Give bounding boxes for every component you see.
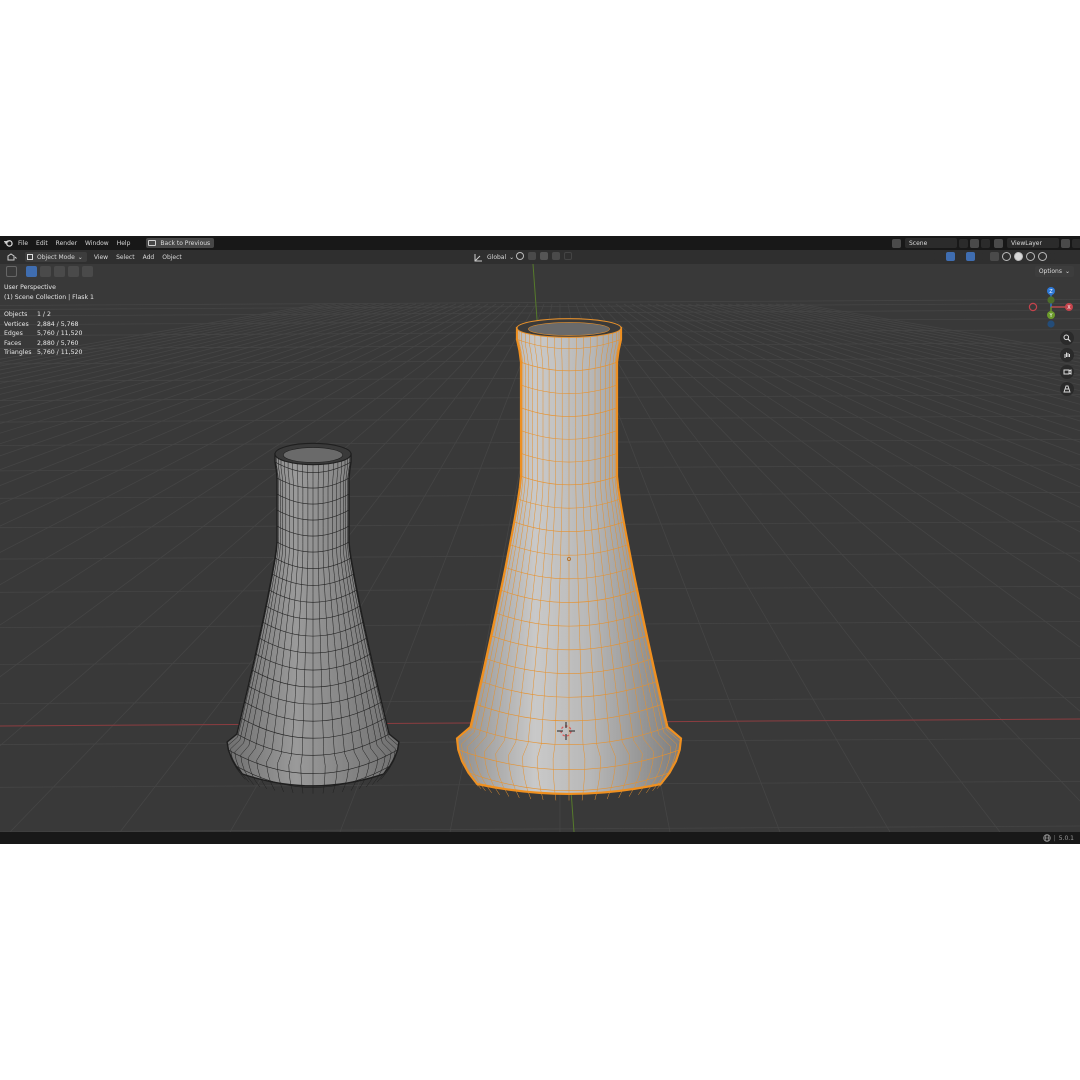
snap-icon[interactable] (528, 252, 536, 260)
blender-logo-icon[interactable] (2, 236, 14, 250)
gizmo-toggle-icon[interactable] (946, 252, 955, 261)
pan-hand-icon[interactable] (1060, 348, 1074, 362)
gizmo-z-neg-axis[interactable] (1047, 320, 1055, 328)
options-label: Options (1038, 268, 1062, 275)
stats-row: Edges 5,760 / 11,520 (4, 330, 83, 338)
view-perspective-label: User Perspective (4, 284, 56, 291)
chevron-down-icon: ⌄ (509, 253, 515, 261)
xray-toggle-icon[interactable] (990, 252, 999, 261)
top-menu-bar: File Edit Render Window Help Back to Pre… (0, 236, 1080, 250)
editor-type-icon[interactable] (3, 252, 21, 262)
select-intersect-icon[interactable] (82, 266, 93, 277)
pin-icon[interactable] (959, 238, 968, 248)
viewport-stats-overlay: User Perspective (1) Scene Collection | … (4, 283, 94, 358)
chevron-down-icon: ⌄ (77, 253, 83, 261)
proportional-editing-icon[interactable] (552, 252, 560, 260)
menu-edit[interactable]: Edit (32, 240, 52, 247)
snap-increment-icon[interactable] (540, 252, 548, 260)
overlays-dropdown-icon[interactable] (978, 252, 983, 261)
scene-name-field[interactable]: Scene (905, 238, 957, 248)
transform-orientation-dropdown[interactable]: Global ⌄ (470, 252, 518, 262)
tool-header (6, 266, 93, 277)
object-mode-label: Object Mode (37, 253, 75, 261)
delete-scene-icon[interactable] (981, 238, 990, 248)
orientation-axes-icon (474, 253, 482, 261)
view-layer-name-field[interactable]: ViewLayer (1007, 238, 1059, 248)
delete-view-layer-icon[interactable] (1072, 238, 1080, 248)
stats-row: Objects 1 / 2 (4, 311, 51, 319)
stats-row: Triangles 5,760 / 11,520 (4, 349, 83, 357)
gizmo-x-label: X (1067, 305, 1071, 311)
menu-file[interactable]: File (14, 240, 32, 247)
shading-dropdown-icon[interactable] (1050, 252, 1055, 261)
version-info: | 5.0.1 (1042, 834, 1074, 842)
scene-selector: Scene (892, 238, 990, 248)
menu-render[interactable]: Render (52, 240, 81, 247)
transform-orientation-label: Global (487, 253, 507, 261)
stats-row: Vertices 2,884 / 5,768 (4, 320, 79, 328)
wireframe-shading-icon[interactable] (1002, 252, 1011, 261)
status-bar: | 5.0.1 (0, 832, 1080, 844)
menu-help[interactable]: Help (113, 240, 135, 247)
select-extend-icon[interactable] (40, 266, 51, 277)
proportional-falloff-icon[interactable] (564, 252, 572, 260)
pivot-point-icon[interactable] (516, 252, 524, 260)
back-to-previous-button[interactable]: Back to Previous (146, 238, 215, 248)
object-mode-dropdown[interactable]: Object Mode ⌄ (25, 252, 87, 262)
back-to-previous-label: Back to Previous (160, 239, 211, 247)
gizmo-dropdown-icon[interactable] (958, 252, 963, 261)
visibility-icon[interactable] (934, 252, 943, 261)
gizmo-y-neg-axis[interactable] (1047, 296, 1055, 304)
object-mode-icon (27, 254, 33, 260)
globe-icon (1042, 834, 1051, 842)
camera-view-icon[interactable] (1060, 365, 1074, 379)
view-layer-selector: ViewLayer (994, 238, 1080, 248)
solid-shading-icon[interactable] (1014, 252, 1023, 261)
new-scene-icon[interactable] (970, 238, 979, 248)
blender-version: 5.0.1 (1058, 834, 1074, 842)
zoom-icon[interactable] (1060, 331, 1074, 345)
options-dropdown[interactable]: Options ⌄ (1034, 266, 1074, 277)
rendered-shading-icon[interactable] (1038, 252, 1047, 261)
active-tool-icon[interactable] (6, 266, 17, 277)
chevron-down-icon: ⌄ (1064, 268, 1070, 275)
screen-back-icon (148, 240, 157, 246)
menu-add[interactable]: Add (139, 252, 159, 262)
material-preview-icon[interactable] (1026, 252, 1035, 261)
viewport-display-controls (934, 252, 1055, 261)
stats-row: Faces 2,880 / 5,760 (4, 339, 79, 347)
navigation-gizmo[interactable]: Z X Y (1024, 285, 1080, 329)
perspective-toggle-icon[interactable] (1060, 382, 1074, 396)
menu-object[interactable]: Object (158, 252, 186, 262)
pivot-snap-group (516, 252, 572, 260)
menu-view[interactable]: View (90, 252, 112, 262)
gizmo-z-label: Z (1049, 289, 1053, 295)
active-collection-label: (1) Scene Collection | Flask 1 (4, 293, 94, 301)
viewport-header: Object Mode ⌄ View Select Add Object Glo… (0, 250, 1080, 264)
statistics-table: Objects 1 / 2 Vertices 2,884 / 5,768 Edges… (4, 310, 82, 358)
scene-icon[interactable] (892, 238, 901, 248)
select-invert-icon[interactable] (68, 266, 79, 277)
select-subtract-icon[interactable] (54, 266, 65, 277)
new-view-layer-icon[interactable] (1061, 238, 1070, 248)
select-new-icon[interactable] (26, 266, 37, 277)
menu-select[interactable]: Select (112, 252, 139, 262)
overlays-toggle-icon[interactable] (966, 252, 975, 261)
blender-window: File Edit Render Window Help Back to Pre… (0, 236, 1080, 844)
3d-viewport[interactable] (0, 264, 1080, 832)
gizmo-x-neg-axis[interactable] (1028, 302, 1038, 312)
view-layer-icon[interactable] (994, 238, 1003, 248)
menu-window[interactable]: Window (81, 240, 113, 247)
